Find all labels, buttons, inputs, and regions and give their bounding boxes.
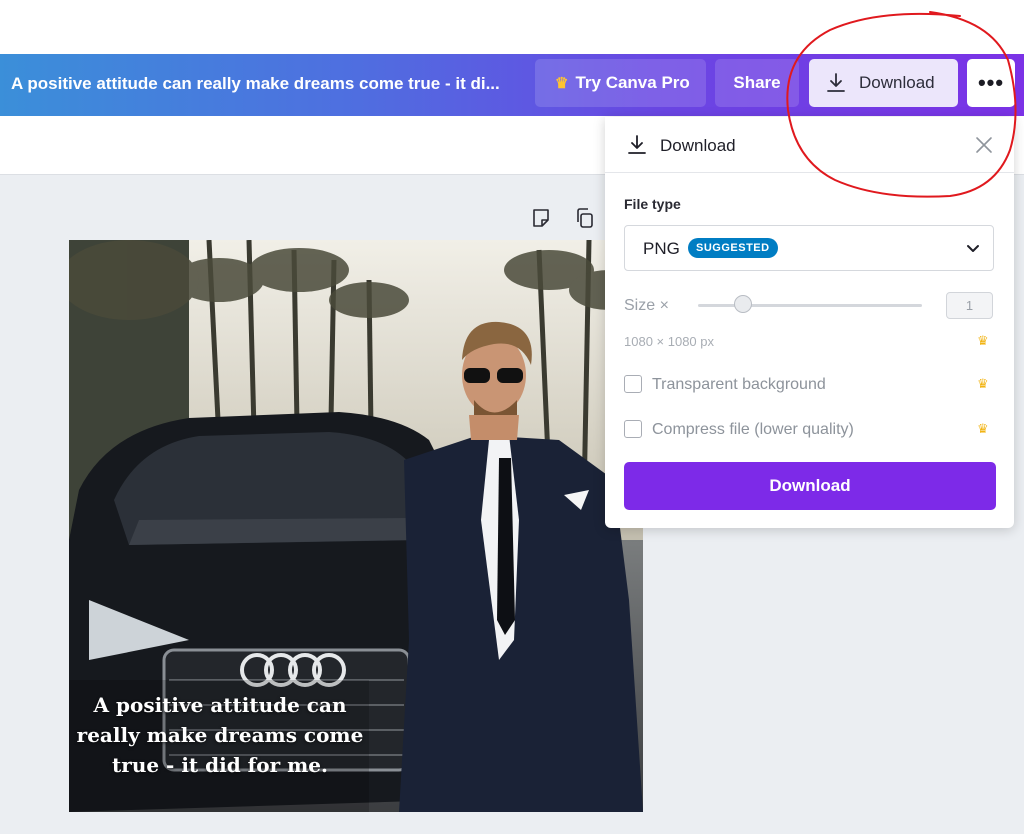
quote-line-3: true - it did for me. xyxy=(112,753,328,777)
dimensions-text: 1080 × 1080 px xyxy=(624,334,714,349)
download-submit-button[interactable]: Download xyxy=(624,462,996,510)
document-title[interactable]: A positive attitude can really make drea… xyxy=(11,74,500,94)
try-canva-pro-label: Try Canva Pro xyxy=(575,73,690,92)
compress-file-label[interactable]: Compress file (lower quality) xyxy=(652,421,854,439)
file-type-label: File type xyxy=(624,196,681,212)
header-download-button[interactable]: Download xyxy=(809,59,958,107)
design-quote-text[interactable]: A positive attitude can really make drea… xyxy=(70,690,370,780)
file-type-select[interactable]: PNG SUGGESTED xyxy=(624,225,994,271)
size-input[interactable]: 1 xyxy=(946,292,993,319)
size-slider[interactable] xyxy=(698,304,922,307)
crown-icon: ♛ xyxy=(555,75,569,92)
quote-line-1: A positive attitude can xyxy=(93,693,347,717)
suggested-badge: SUGGESTED xyxy=(688,238,778,258)
chevron-down-icon xyxy=(967,245,979,252)
pro-crown-icon: ♛ xyxy=(977,333,989,348)
download-panel-header: Download xyxy=(605,117,1014,173)
download-panel: Download File type PNG SUGGESTED Size × … xyxy=(605,117,1014,528)
more-dots-icon: ••• xyxy=(977,70,1005,95)
size-label: Size × xyxy=(624,297,669,314)
share-label: Share xyxy=(733,73,781,92)
compress-file-checkbox[interactable] xyxy=(624,420,642,438)
top-blank-area xyxy=(0,0,1024,54)
download-panel-title: Download xyxy=(660,136,736,155)
header-download-label: Download xyxy=(859,73,935,92)
download-icon xyxy=(628,135,646,154)
quote-line-2: really make dreams come xyxy=(76,723,364,747)
close-icon[interactable] xyxy=(974,135,994,155)
size-slider-thumb[interactable] xyxy=(733,295,752,313)
share-button[interactable]: Share xyxy=(715,59,799,107)
pro-crown-icon: ♛ xyxy=(977,421,989,436)
download-icon xyxy=(827,73,845,92)
add-note-icon[interactable] xyxy=(531,207,551,229)
pro-crown-icon: ♛ xyxy=(977,376,989,391)
transparent-background-checkbox[interactable] xyxy=(624,375,642,393)
transparent-background-label[interactable]: Transparent background xyxy=(652,376,826,394)
file-type-value: PNG xyxy=(643,239,680,258)
more-options-button[interactable]: ••• xyxy=(967,59,1015,107)
duplicate-page-icon[interactable] xyxy=(574,207,596,229)
try-canva-pro-button[interactable]: ♛ Try Canva Pro xyxy=(535,59,706,107)
